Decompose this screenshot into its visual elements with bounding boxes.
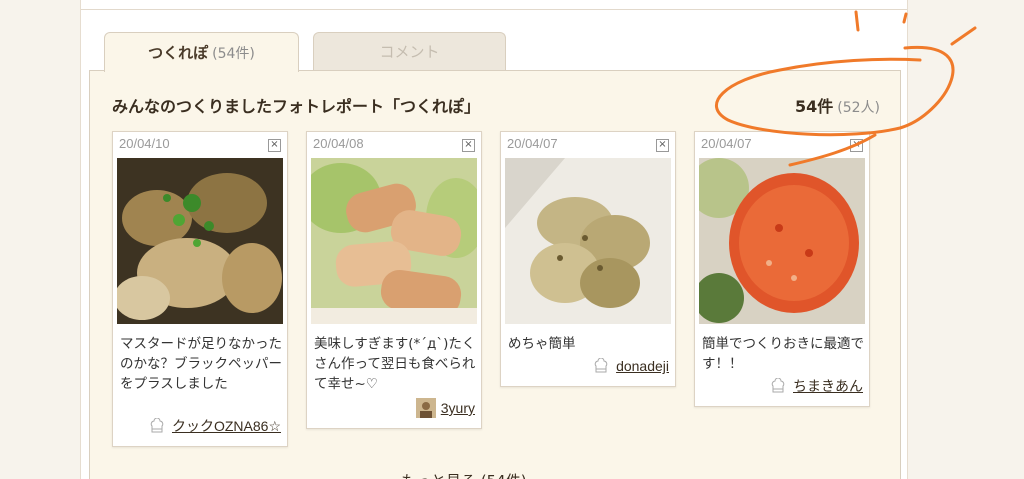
author-name[interactable]: 3yury [441,400,475,416]
report-card[interactable]: 20/04/10 × マスタードが足りなかったのかな？ブラックペッパーをプラスし… [112,131,288,447]
show-more-link[interactable]: もっと見る (54件) [401,470,527,479]
close-icon[interactable]: × [850,139,863,152]
chef-hat-icon [146,416,167,436]
report-photo[interactable] [311,158,477,324]
tsukurepo-panel: みんなのつくりましたフォトレポート「つくれぽ」 54件 (52人) 20/04/1… [89,70,901,479]
report-author[interactable]: 3yury [415,398,475,418]
section-heading: みんなのつくりましたフォトレポート「つくれぽ」 [112,97,481,116]
close-icon[interactable]: × [268,139,281,152]
report-card[interactable]: 20/04/08 × 美味しすぎます(*´д`)たくさん作って翌日も食べられて幸… [306,131,482,429]
chef-hat-icon [591,356,612,376]
tab-tsukurepo[interactable]: つくれぽ (54件) [104,32,299,72]
report-date: 20/04/10 [119,136,170,151]
report-photo[interactable] [699,158,865,324]
author-name[interactable]: ちまきあん [793,376,863,396]
report-author[interactable]: donadeji [591,356,669,376]
author-name[interactable]: クックOZNA86☆ [172,416,281,436]
report-count: 54件 [794,97,834,116]
tab-tsukurepo-count: (54件) [212,45,255,62]
report-date: 20/04/07 [701,136,752,151]
report-date: 20/04/08 [313,136,364,151]
user-avatar [415,398,436,418]
report-author[interactable]: ちまきあん [768,376,863,396]
report-comment: マスタードが足りなかったのかな？ブラックペッパーをプラスしました [120,336,282,392]
report-card[interactable]: 20/04/07 × めちゃ簡単 donadeji [500,131,676,387]
tab-comment-label: コメント [379,43,440,61]
close-icon[interactable]: × [656,139,669,152]
tab-comment[interactable]: コメント [313,32,506,70]
tab-tsukurepo-label: つくれぽ [148,44,209,62]
report-comment: めちゃ簡単 [508,336,576,352]
report-people: (52人) [837,100,880,116]
tsukurepo-section: つくれぽ (54件) コメント みんなのつくりましたフォトレポート「つくれぽ」 … [80,0,908,479]
report-photo[interactable] [117,158,283,324]
report-author[interactable]: クックOZNA86☆ [146,416,281,436]
report-date: 20/04/07 [507,136,558,151]
report-card[interactable]: 20/04/07 × 簡単でつくりおきに最適です！！ ちまきあん [694,131,870,407]
author-name[interactable]: donadeji [616,358,669,374]
chef-hat-icon [768,376,788,396]
close-icon[interactable]: × [462,139,475,152]
report-comment: 簡単でつくりおきに最適です！！ [702,336,864,372]
report-comment: 美味しすぎます(*´д`)たくさん作って翌日も食べられて幸せ~♡ [314,336,476,392]
report-total: 54件 (52人) [795,93,880,117]
report-photo[interactable] [505,158,671,324]
top-divider [81,0,907,10]
